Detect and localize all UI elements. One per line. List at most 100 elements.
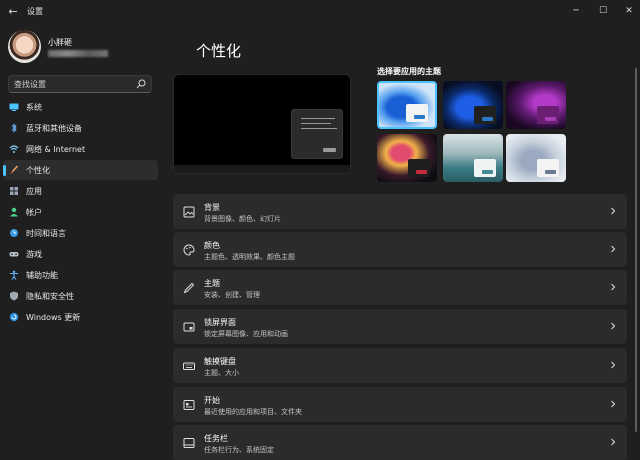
sidebar-item-privacy[interactable]: 隐私和安全性 [3,286,158,306]
sidebar-item-label: 网络 & Internet [26,145,86,154]
sidebar-item-gaming[interactable]: 游戏 [3,244,158,264]
chevron-right-icon [611,400,616,408]
sidebar-item-bluetooth[interactable]: 蓝牙和其他设备 [3,118,158,138]
title-bar: ← 设置 ─ ☐ ✕ [0,0,640,24]
card-themes[interactable]: 主题 安装、创建、管理 [173,270,627,305]
sidebar-item-label: 系统 [26,103,42,112]
taskbar-icon [183,438,195,448]
minimize-icon[interactable]: ─ [564,2,588,20]
card-subtitle: 主题、大小 [204,369,239,377]
wifi-icon [9,145,19,153]
search-placeholder: 查找设置 [14,80,46,89]
sidebar-item-time-language[interactable]: 时间和语言 [3,223,158,243]
person-icon [10,207,18,217]
preview-line [301,123,331,124]
user-profile[interactable]: 小胖砸 [8,30,163,66]
card-title: 颜色 [204,241,220,250]
chevron-right-icon [611,361,616,369]
card-title: 触摸键盘 [204,357,236,366]
update-icon [9,312,19,322]
accessibility-icon [10,270,18,280]
window-title: 设置 [27,7,43,16]
theme-window-preview [537,159,559,177]
avatar [8,30,41,63]
theme-glow[interactable] [506,81,566,129]
theme-window-preview [537,106,559,124]
card-subtitle: 背景图像、颜色、幻灯片 [204,215,281,223]
card-background[interactable]: 背景 背景图像、颜色、幻灯片 [173,194,627,229]
chevron-right-icon [611,207,616,215]
sidebar-item-personalization[interactable]: 个性化 [3,160,158,180]
bluetooth-icon [11,123,17,133]
brush-icon [10,165,19,174]
card-subtitle: 最近使用的应用和项目、文件夹 [204,408,302,416]
user-email-blurred [48,50,108,57]
card-subtitle: 锁定屏幕图像、应用和动画 [204,330,288,338]
apps-icon [10,187,18,195]
theme-window-preview [406,104,428,122]
sidebar-item-windows-update[interactable]: Windows 更新 [3,307,158,327]
card-title: 锁屏界面 [204,318,236,327]
gamepad-icon [9,252,19,257]
theme-preview [173,74,351,174]
sidebar-item-label: 蓝牙和其他设备 [26,124,82,133]
sidebar-item-network[interactable]: 网络 & Internet [3,139,158,159]
card-colors[interactable]: 颜色 主题色、透明效果、颜色主题 [173,232,627,267]
sidebar-item-label: 帐户 [26,208,42,217]
theme-window-preview [474,106,496,124]
sidebar-item-label: 个性化 [26,166,50,175]
card-touch-keyboard[interactable]: 触摸键盘 主题、大小 [173,348,627,383]
preview-button [323,148,336,152]
scrollbar[interactable] [635,68,637,432]
monitor-icon [9,103,19,111]
sidebar-item-label: 时间和语言 [26,229,66,238]
sidebar-item-accounts[interactable]: 帐户 [3,202,158,222]
theme-windows-dark[interactable] [443,81,503,129]
sidebar-item-accessibility[interactable]: 辅助功能 [3,265,158,285]
chevron-right-icon [611,322,616,330]
sidebar-item-label: 隐私和安全性 [26,292,74,301]
shield-icon [10,291,18,301]
globe-clock-icon [10,229,18,237]
preview-taskbar [174,165,350,173]
sidebar-item-label: 应用 [26,187,42,196]
theme-sunrise[interactable] [443,134,503,182]
card-start[interactable]: 开始 最近使用的应用和项目、文件夹 [173,387,627,422]
themes-heading: 选择要应用的主题 [377,67,441,76]
close-icon[interactable]: ✕ [617,2,640,20]
sidebar-item-label: Windows 更新 [26,313,81,322]
start-icon [183,400,195,410]
card-taskbar[interactable]: 任务栏 任务栏行为、系统固定 [173,425,627,460]
lock-screen-icon [183,322,195,332]
active-indicator [3,165,6,176]
sidebar-item-system[interactable]: 系统 [3,97,158,117]
sidebar-item-apps[interactable]: 应用 [3,181,158,201]
sidebar-item-label: 辅助功能 [26,271,58,280]
card-title: 背景 [204,203,220,212]
card-title: 主题 [204,279,220,288]
search-input[interactable]: 查找设置 [8,75,152,93]
sidebar: 小胖砸 查找设置 系统 蓝牙和其他设备 网络 & Internet 个性化 应用… [0,24,165,460]
chevron-right-icon [611,283,616,291]
card-subtitle: 安装、创建、管理 [204,291,260,299]
page-title: 个性化 [196,42,242,60]
theme-flow[interactable] [506,134,566,182]
card-lock-screen[interactable]: 锁屏界面 锁定屏幕图像、应用和动画 [173,309,627,344]
pen-icon [183,282,195,294]
theme-captured-motion[interactable] [377,134,437,182]
theme-window-preview [408,159,430,177]
card-subtitle: 任务栏行为、系统固定 [204,446,274,454]
preview-window [291,109,343,159]
preview-line [301,118,335,119]
chevron-right-icon [611,438,616,446]
theme-windows-light[interactable] [377,81,437,129]
card-title: 任务栏 [204,434,228,443]
theme-window-preview [474,159,496,177]
sidebar-item-label: 游戏 [26,250,42,259]
user-name: 小胖砸 [48,38,72,47]
arrow-left-icon[interactable]: ← [6,5,20,19]
image-icon [183,206,195,218]
search-icon[interactable] [136,79,146,89]
maximize-icon[interactable]: ☐ [591,2,615,20]
palette-icon [183,244,195,256]
